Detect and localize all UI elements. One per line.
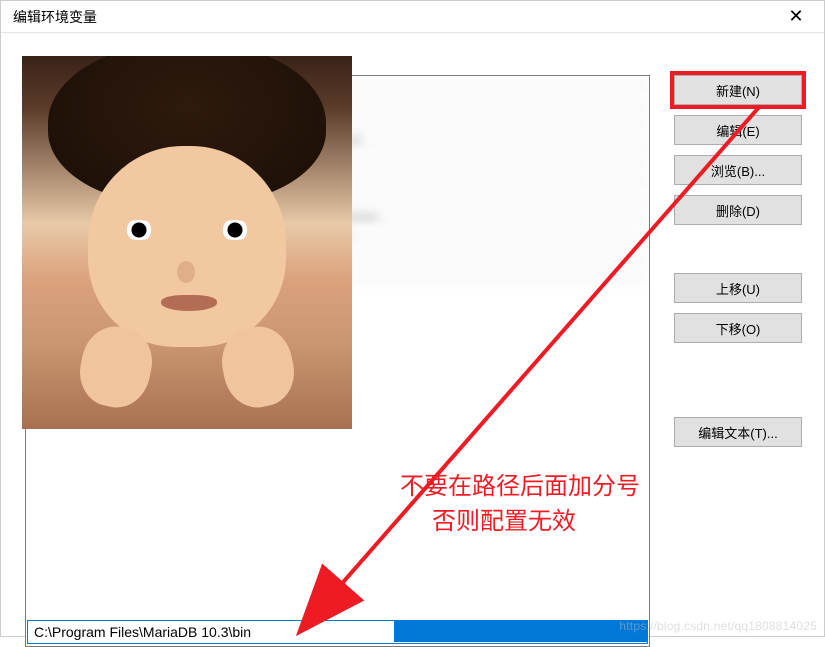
photo-eye-right: [217, 220, 253, 240]
watermark: https://blog.csdn.net/qq1808814025: [619, 619, 817, 633]
edit-row: [27, 620, 648, 644]
titlebar: 编辑环境变量 ✕: [1, 1, 824, 33]
new-button[interactable]: 新建(N): [674, 75, 802, 105]
photo-face: [88, 146, 286, 347]
edit-text-button[interactable]: 编辑文本(T)...: [674, 417, 802, 447]
close-icon: ✕: [788, 6, 803, 27]
spacer: [674, 353, 802, 407]
photo-mouth: [161, 295, 217, 311]
move-up-button[interactable]: 上移(U): [674, 273, 802, 303]
delete-button[interactable]: 删除(D): [674, 195, 802, 225]
overlay-photo: [22, 56, 352, 429]
spacer: [674, 235, 802, 263]
edit-button[interactable]: 编辑(E): [674, 115, 802, 145]
move-down-button[interactable]: 下移(O): [674, 313, 802, 343]
close-button[interactable]: ✕: [776, 3, 816, 31]
button-column: 新建(N) 编辑(E) 浏览(B)... 删除(D) 上移(U) 下移(O) 编…: [674, 51, 802, 618]
dialog-title: 编辑环境变量: [13, 7, 97, 27]
photo-eye-left: [121, 220, 157, 240]
browse-button[interactable]: 浏览(B)...: [674, 155, 802, 185]
selection-highlight: [394, 621, 648, 642]
